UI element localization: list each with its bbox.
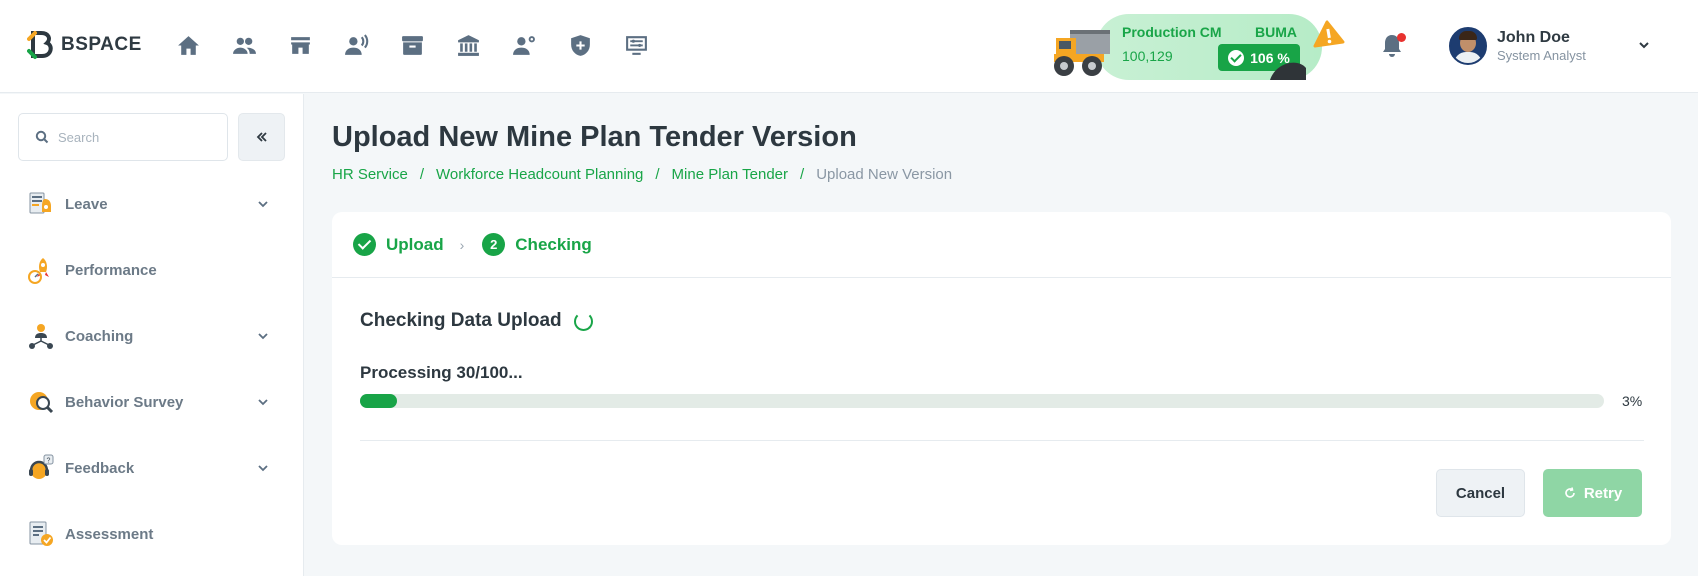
chevron-down-icon (258, 465, 268, 472)
coaching-network-icon (29, 324, 53, 349)
brand-name: BSPACE (61, 34, 142, 55)
chevron-down-icon (258, 333, 268, 340)
sidebar-item-label: Coaching (65, 327, 134, 345)
checking-title: Checking Data Upload (360, 310, 593, 332)
breadcrumb-separator: / (800, 166, 805, 183)
user-info: John Doe System Analyst (1497, 28, 1586, 64)
chevron-down-icon (258, 201, 268, 208)
sidebar-item-label: Behavior Survey (65, 393, 184, 411)
progress-bar (360, 394, 1604, 408)
notification-dot (1397, 33, 1406, 42)
stepper: Upload › 2 Checking (332, 212, 1671, 278)
search-icon (35, 130, 49, 144)
leave-calendar-icon (29, 192, 51, 214)
top-header: BSPACE Production CM 100,129 BUMA 106 % (0, 0, 1698, 93)
rocket-gauge-icon (28, 258, 49, 284)
page-title: Upload New Mine Plan Tender Version (332, 121, 857, 153)
breadcrumb-separator: / (419, 166, 425, 183)
chevron-right-icon: › (459, 236, 465, 253)
monitor-settings-icon[interactable] (621, 30, 651, 60)
sidebar-item-feedback[interactable]: ? Feedback (0, 442, 303, 494)
progress-bar-fill (360, 394, 398, 408)
production-label: Production CM (1122, 24, 1222, 40)
user-role: System Analyst (1497, 48, 1586, 63)
check-circle-icon (353, 233, 376, 256)
chevron-down-icon (258, 399, 268, 406)
loading-spinner-icon (573, 311, 593, 331)
shield-plus-icon[interactable] (565, 30, 595, 60)
processing-status: Processing 30/100... (360, 363, 523, 382)
sidebar-item-coaching[interactable]: Coaching (0, 310, 303, 362)
checking-title-text: Checking Data Upload (360, 310, 562, 331)
notification-bell-icon[interactable] (1380, 33, 1406, 61)
step-label: Upload (386, 234, 444, 254)
production-value: 100,129 (1122, 48, 1173, 64)
avatar (1449, 27, 1487, 65)
step-checking[interactable]: 2 Checking (482, 233, 592, 256)
user-menu[interactable]: John Doe System Analyst (1449, 27, 1586, 65)
progress-percentage: 3% (1622, 393, 1643, 409)
breadcrumb-separator: / (655, 166, 660, 183)
chevrons-left-icon (256, 132, 267, 142)
production-widget[interactable]: Production CM 100,129 BUMA 106 % (1048, 14, 1345, 84)
sidebar-item-performance[interactable]: Performance (0, 244, 303, 296)
breadcrumb-link-hr-service[interactable]: HR Service (332, 166, 408, 183)
tire-decoration-icon (1270, 62, 1306, 80)
breadcrumb-current: Upload New Version (816, 166, 953, 183)
retry-button[interactable]: Retry (1543, 469, 1642, 517)
collapse-sidebar-button[interactable] (238, 113, 285, 161)
home-icon[interactable] (173, 30, 203, 60)
step-number: 2 (482, 233, 506, 256)
search-input[interactable] (58, 129, 208, 145)
cancel-button[interactable]: Cancel (1436, 469, 1525, 517)
divider (360, 440, 1644, 441)
bspace-logo-icon (27, 31, 53, 59)
sidebar: Leave Performance Coaching Behavior Surv… (0, 94, 304, 576)
user-name: John Doe (1497, 29, 1570, 46)
assessment-document-icon (29, 521, 53, 546)
people-icon[interactable] (229, 30, 259, 60)
survey-search-icon (30, 392, 54, 414)
buma-label: BUMA (1255, 24, 1297, 40)
sidebar-item-assessment[interactable]: Assessment (0, 508, 303, 560)
upload-card: Upload › 2 Checking Checking Data Upload… (332, 212, 1671, 545)
voice-user-icon[interactable] (341, 30, 371, 60)
sidebar-item-label: Feedback (65, 459, 135, 477)
store-icon[interactable] (285, 30, 315, 60)
chevron-down-icon[interactable] (1637, 38, 1651, 52)
step-upload[interactable]: Upload (353, 233, 444, 256)
dump-truck-icon (1054, 30, 1110, 76)
brand-logo[interactable]: BSPACE (27, 29, 142, 61)
refresh-icon (1565, 487, 1575, 498)
breadcrumb-link-mine-plan-tender[interactable]: Mine Plan Tender (672, 166, 788, 183)
bank-icon[interactable] (453, 30, 483, 60)
check-circle-icon (1228, 49, 1245, 66)
archive-icon[interactable] (397, 30, 427, 60)
sidebar-item-leave[interactable]: Leave (0, 178, 303, 230)
warning-icon (1313, 20, 1345, 48)
feedback-headset-icon: ? (29, 454, 54, 479)
sidebar-item-label: Performance (65, 261, 157, 279)
step-label: Checking (515, 234, 592, 254)
user-settings-icon[interactable] (509, 30, 539, 60)
sidebar-item-label: Leave (65, 195, 108, 213)
svg-text:?: ? (47, 458, 51, 465)
search-box[interactable] (18, 113, 228, 161)
sidebar-item-label: Assessment (65, 525, 154, 543)
top-nav (173, 30, 651, 60)
sidebar-item-behavior-survey[interactable]: Behavior Survey (0, 376, 303, 428)
retry-label: Retry (1583, 484, 1623, 502)
breadcrumb-link-workforce-headcount-planning[interactable]: Workforce Headcount Planning (436, 166, 643, 183)
breadcrumb: HR Service / Workforce Headcount Plannin… (332, 166, 952, 183)
